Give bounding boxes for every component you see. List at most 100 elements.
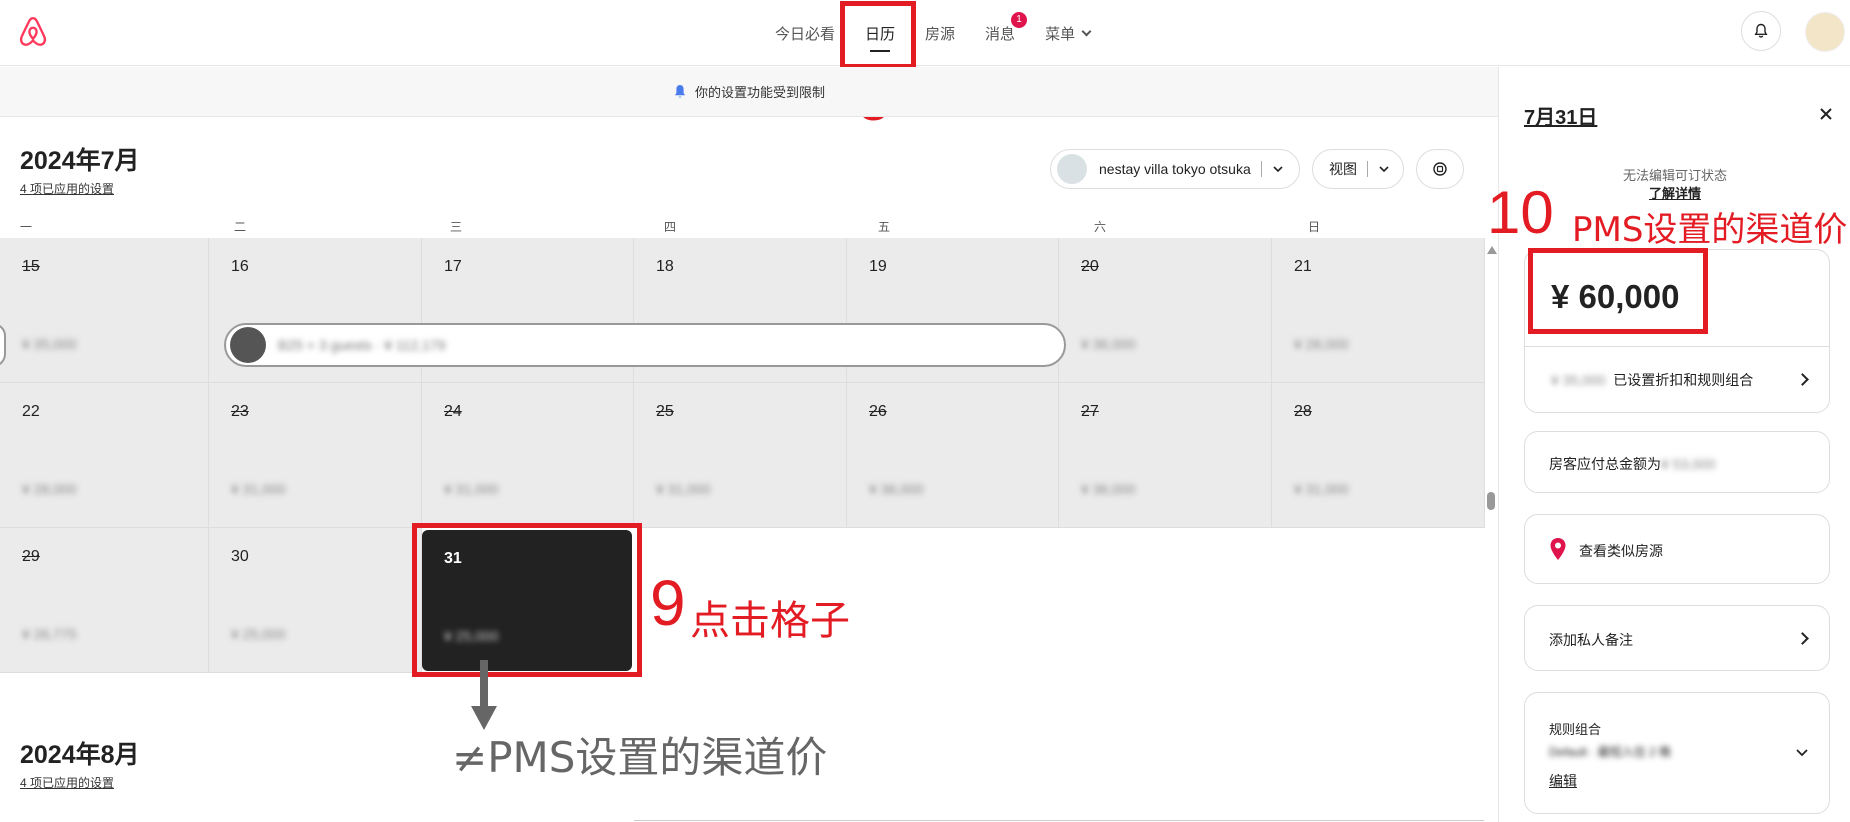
guest-total-card[interactable]: 房客应付总金额为¥ 53,000 — [1524, 431, 1830, 493]
chevron-right-icon — [1796, 632, 1809, 645]
weekday-fri: 五 — [878, 220, 891, 234]
nav-menu[interactable]: 菜单 — [1045, 0, 1092, 66]
guest-total-label-text: 房客应付总金额为 — [1549, 456, 1661, 472]
base-price: ¥ 35,000 — [1551, 372, 1606, 388]
day-number: 18 — [656, 258, 674, 275]
rule-set-edit-link[interactable]: 编辑 — [1549, 771, 1577, 791]
day-price: ¥ 36,000 — [869, 481, 924, 497]
panel-date: 7月31日 — [1524, 107, 1598, 129]
weekday-mon: 一 — [20, 220, 33, 234]
rule-set-title: 规则组合 — [1549, 722, 1602, 737]
calendar-day-cell[interactable]: 24 ¥ 31,000 — [422, 383, 634, 528]
similar-listings-label: 查看类似房源 — [1579, 543, 1663, 559]
nav-messages-label: 消息 — [985, 25, 1016, 43]
day-number: 30 — [231, 548, 249, 565]
listing-selector[interactable]: nestay villa tokyo otsuka — [1050, 149, 1300, 189]
day-price: ¥ 35,000 — [22, 336, 77, 352]
weekday-sat: 六 — [1094, 220, 1107, 234]
view-label: 视图 — [1329, 161, 1357, 177]
restriction-notice: 你的设置功能受到限制 — [0, 67, 1498, 117]
chevron-down-icon — [1379, 166, 1389, 173]
day-number: 22 — [22, 403, 40, 420]
day-number: 16 — [231, 258, 249, 275]
calendar-day-cell[interactable]: 25 ¥ 31,000 — [634, 383, 847, 528]
view-selector[interactable]: 视图 — [1312, 149, 1404, 189]
location-pin-icon — [1550, 538, 1566, 560]
calendar-day-cell[interactable]: 30 ¥ 25,000 — [209, 528, 422, 673]
top-nav-bar: 今日必看 日历 房源 消息 1 菜单 — [0, 0, 1850, 66]
nav-listings-label: 房源 — [925, 25, 956, 43]
price-divider — [1525, 346, 1829, 347]
calendar-day-cell[interactable]: 28 ¥ 31,000 — [1272, 383, 1485, 528]
calendar-day-cell[interactable]: 22 ¥ 28,000 — [0, 383, 209, 528]
messages-badge: 1 — [1011, 12, 1028, 28]
close-icon[interactable] — [1815, 103, 1837, 125]
day-price: ¥ 31,000 — [231, 481, 286, 497]
rule-set-card[interactable]: 规则组合 Default · 最短入住 2 晚 编辑 — [1524, 692, 1830, 814]
annotation-arrow — [480, 660, 488, 712]
day-number: 23 — [231, 403, 249, 420]
annotation-highlight-price — [1528, 248, 1708, 334]
day-price: ¥ 25,000 — [231, 626, 286, 642]
day-number: 24 — [444, 403, 462, 420]
day-price: ¥ 31,000 — [444, 481, 499, 497]
annotation-step-10-text: PMS设置的渠道价 — [1572, 210, 1848, 250]
chevron-down-icon — [1796, 749, 1808, 757]
nav-listings[interactable]: 房源 — [925, 0, 955, 66]
weekday-wed: 三 — [450, 220, 463, 234]
calendar-day-cell[interactable]: 21 ¥ 28,000 — [1272, 238, 1485, 383]
nav-messages[interactable]: 消息 1 — [985, 0, 1028, 66]
annotation-step-9: 9 — [650, 567, 686, 639]
calendar-scrollbar[interactable] — [1485, 238, 1497, 822]
listing-divider — [1260, 161, 1262, 177]
day-price: ¥ 31,000 — [1294, 481, 1349, 497]
calendar-day-cell[interactable]: 23 ¥ 31,000 — [209, 383, 422, 528]
day-price: ¥ 28,000 — [22, 481, 77, 497]
rule-set-value: Default · 最短入住 2 晚 — [1549, 745, 1672, 759]
chevron-down-icon — [1273, 166, 1283, 173]
reservation-bar[interactable]: B25 + 3 guests · ¥ 112,179 — [224, 323, 1066, 367]
listing-thumbnail — [1057, 154, 1087, 184]
day-number: 19 — [869, 258, 887, 275]
view-divider — [1367, 161, 1368, 177]
day-price: ¥ 26,775 — [22, 626, 77, 642]
weekday-tue: 二 — [234, 220, 247, 234]
day-price: ¥ 31,000 — [656, 481, 711, 497]
day-number: 25 — [656, 403, 674, 420]
weekday-sun: 日 — [1308, 220, 1321, 234]
scroll-up-arrow-icon[interactable] — [1487, 246, 1497, 254]
applied-settings-link[interactable]: 4 项已应用的设置 — [20, 180, 114, 197]
calendar-settings-button[interactable] — [1416, 149, 1464, 189]
notifications-button[interactable] — [1741, 11, 1781, 51]
day-number: 21 — [1294, 258, 1312, 275]
scroll-thumb[interactable] — [1487, 492, 1495, 510]
guest-total-value: ¥ 53,000 — [1661, 456, 1716, 472]
calendar-day-cell[interactable]: 26 ¥ 36,000 — [847, 383, 1059, 528]
calendar-day-cell[interactable]: 20 ¥ 36,000 — [1059, 238, 1272, 383]
day-number: 20 — [1081, 258, 1099, 275]
next-applied-settings-link[interactable]: 4 项已应用的设置 — [20, 774, 114, 791]
nav-today[interactable]: 今日必看 — [775, 0, 835, 66]
annotation-highlight-calendar-tab — [840, 1, 916, 69]
day-number: 27 — [1081, 403, 1099, 420]
annotation-step-9-text: 点击格子 — [690, 598, 850, 644]
similar-listings-card[interactable]: 查看类似房源 — [1524, 514, 1830, 584]
month-title: 2024年7月 — [20, 147, 140, 175]
private-note-card[interactable]: 添加私人备注 — [1524, 605, 1830, 671]
day-price: ¥ 28,000 — [1294, 336, 1349, 352]
listing-name: nestay villa tokyo otsuka — [1099, 161, 1251, 177]
annotation-highlight-cell — [412, 523, 642, 677]
calendar-day-cell[interactable]: 29 ¥ 26,775 — [0, 528, 209, 673]
guest-total-label: 房客应付总金额为¥ 53,000 — [1549, 454, 1716, 474]
price-rule-row[interactable]: ¥ 35,000 已设置折扣和规则组合 — [1551, 370, 1753, 390]
airbnb-logo-icon[interactable] — [16, 15, 50, 49]
user-avatar[interactable] — [1805, 12, 1845, 52]
calendar-day-cell[interactable]: 15 ¥ 35,000 — [0, 238, 209, 383]
chevron-down-icon — [1081, 26, 1092, 36]
day-price: ¥ 36,000 — [1081, 481, 1136, 497]
bell-icon — [674, 84, 685, 98]
main-nav: 今日必看 日历 房源 消息 1 菜单 — [775, 0, 1120, 66]
calendar-day-cell[interactable]: 27 ¥ 36,000 — [1059, 383, 1272, 528]
next-month-title: 2024年8月 — [20, 741, 140, 769]
nav-menu-label: 菜单 — [1045, 25, 1076, 43]
